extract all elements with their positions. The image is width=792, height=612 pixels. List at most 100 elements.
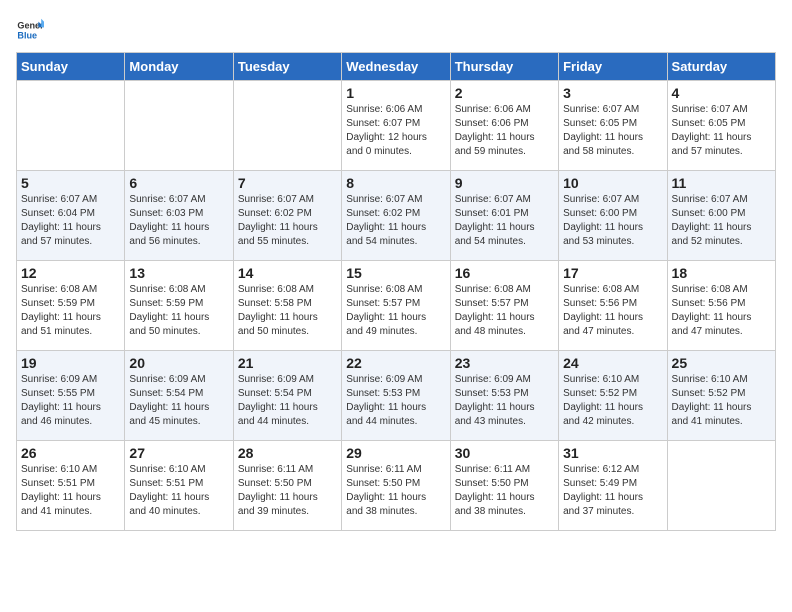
day-info: Sunrise: 6:11 AM Sunset: 5:50 PM Dayligh… [238,463,337,519]
day-info: Sunrise: 6:10 AM Sunset: 5:51 PM Dayligh… [21,463,120,519]
day-info: Sunrise: 6:07 AM Sunset: 6:05 PM Dayligh… [672,103,771,159]
day-number: 23 [455,355,554,371]
day-number: 16 [455,265,554,281]
day-info: Sunrise: 6:07 AM Sunset: 6:03 PM Dayligh… [129,193,228,249]
day-info: Sunrise: 6:07 AM Sunset: 6:00 PM Dayligh… [672,193,771,249]
day-number: 30 [455,445,554,461]
day-info: Sunrise: 6:07 AM Sunset: 6:02 PM Dayligh… [346,193,445,249]
calendar-cell: 26 Sunrise: 6:10 AM Sunset: 5:51 PM Dayli… [17,441,125,531]
day-info: Sunrise: 6:09 AM Sunset: 5:55 PM Dayligh… [21,373,120,429]
calendar-cell [667,441,775,531]
day-of-week-header: Wednesday [342,53,450,81]
day-number: 1 [346,85,445,101]
calendar-cell: 7 Sunrise: 6:07 AM Sunset: 6:02 PM Daylig… [233,171,341,261]
day-number: 4 [672,85,771,101]
calendar-cell: 4 Sunrise: 6:07 AM Sunset: 6:05 PM Daylig… [667,81,775,171]
day-number: 11 [672,175,771,191]
day-of-week-header: Sunday [17,53,125,81]
day-number: 8 [346,175,445,191]
day-info: Sunrise: 6:12 AM Sunset: 5:49 PM Dayligh… [563,463,662,519]
day-info: Sunrise: 6:06 AM Sunset: 6:07 PM Dayligh… [346,103,445,159]
day-info: Sunrise: 6:09 AM Sunset: 5:54 PM Dayligh… [238,373,337,429]
calendar-cell: 12 Sunrise: 6:08 AM Sunset: 5:59 PM Dayli… [17,261,125,351]
day-info: Sunrise: 6:10 AM Sunset: 5:51 PM Dayligh… [129,463,228,519]
day-info: Sunrise: 6:09 AM Sunset: 5:54 PM Dayligh… [129,373,228,429]
logo-icon: General Blue [16,16,44,44]
day-info: Sunrise: 6:08 AM Sunset: 5:58 PM Dayligh… [238,283,337,339]
day-number: 2 [455,85,554,101]
day-info: Sunrise: 6:11 AM Sunset: 5:50 PM Dayligh… [455,463,554,519]
calendar-cell: 21 Sunrise: 6:09 AM Sunset: 5:54 PM Dayli… [233,351,341,441]
day-number: 28 [238,445,337,461]
calendar-week-row: 26 Sunrise: 6:10 AM Sunset: 5:51 PM Dayli… [17,441,776,531]
day-info: Sunrise: 6:07 AM Sunset: 6:04 PM Dayligh… [21,193,120,249]
day-info: Sunrise: 6:07 AM Sunset: 6:00 PM Dayligh… [563,193,662,249]
calendar-cell: 2 Sunrise: 6:06 AM Sunset: 6:06 PM Daylig… [450,81,558,171]
day-number: 5 [21,175,120,191]
calendar-cell: 24 Sunrise: 6:10 AM Sunset: 5:52 PM Dayli… [559,351,667,441]
calendar-cell: 22Sunrise: 6:09 AM Sunset: 5:53 PM Dayli… [342,351,450,441]
day-info: Sunrise: 6:09 AM Sunset: 5:53 PM Dayligh… [455,373,554,429]
calendar-cell: 15Sunrise: 6:08 AM Sunset: 5:57 PM Dayli… [342,261,450,351]
day-info: Sunrise: 6:08 AM Sunset: 5:59 PM Dayligh… [129,283,228,339]
day-info: Sunrise: 6:07 AM Sunset: 6:02 PM Dayligh… [238,193,337,249]
day-info: Sunrise: 6:07 AM Sunset: 6:05 PM Dayligh… [563,103,662,159]
day-number: 18 [672,265,771,281]
calendar-cell: 29Sunrise: 6:11 AM Sunset: 5:50 PM Dayli… [342,441,450,531]
day-info: Sunrise: 6:08 AM Sunset: 5:56 PM Dayligh… [672,283,771,339]
day-info: Sunrise: 6:10 AM Sunset: 5:52 PM Dayligh… [563,373,662,429]
day-number: 24 [563,355,662,371]
day-number: 20 [129,355,228,371]
day-number: 7 [238,175,337,191]
calendar-cell: 18 Sunrise: 6:08 AM Sunset: 5:56 PM Dayli… [667,261,775,351]
day-number: 21 [238,355,337,371]
calendar-header-row: SundayMondayTuesdayWednesdayThursdayFrid… [17,53,776,81]
svg-text:Blue: Blue [17,30,37,40]
calendar-cell: 27 Sunrise: 6:10 AM Sunset: 5:51 PM Dayli… [125,441,233,531]
day-number: 25 [672,355,771,371]
calendar-cell: 30 Sunrise: 6:11 AM Sunset: 5:50 PM Dayli… [450,441,558,531]
calendar-week-row: 12 Sunrise: 6:08 AM Sunset: 5:59 PM Dayli… [17,261,776,351]
calendar-cell: 6Sunrise: 6:07 AM Sunset: 6:03 PM Daylig… [125,171,233,261]
day-info: Sunrise: 6:08 AM Sunset: 5:56 PM Dayligh… [563,283,662,339]
day-number: 22 [346,355,445,371]
calendar-cell: 31 Sunrise: 6:12 AM Sunset: 5:49 PM Dayli… [559,441,667,531]
day-number: 15 [346,265,445,281]
day-number: 27 [129,445,228,461]
day-info: Sunrise: 6:08 AM Sunset: 5:59 PM Dayligh… [21,283,120,339]
calendar-cell [125,81,233,171]
day-info: Sunrise: 6:08 AM Sunset: 5:57 PM Dayligh… [455,283,554,339]
calendar-cell: 16 Sunrise: 6:08 AM Sunset: 5:57 PM Dayli… [450,261,558,351]
calendar-cell: 9 Sunrise: 6:07 AM Sunset: 6:01 PM Daylig… [450,171,558,261]
calendar-cell: 13 Sunrise: 6:08 AM Sunset: 5:59 PM Dayli… [125,261,233,351]
logo: General Blue [16,16,44,44]
day-number: 9 [455,175,554,191]
calendar-week-row: 5 Sunrise: 6:07 AM Sunset: 6:04 PM Daylig… [17,171,776,261]
calendar-week-row: 1 Sunrise: 6:06 AM Sunset: 6:07 PM Daylig… [17,81,776,171]
calendar-cell: 8 Sunrise: 6:07 AM Sunset: 6:02 PM Daylig… [342,171,450,261]
day-number: 17 [563,265,662,281]
calendar-week-row: 19 Sunrise: 6:09 AM Sunset: 5:55 PM Dayli… [17,351,776,441]
day-number: 26 [21,445,120,461]
calendar-cell: 10Sunrise: 6:07 AM Sunset: 6:00 PM Dayli… [559,171,667,261]
calendar-cell: 3 Sunrise: 6:07 AM Sunset: 6:05 PM Daylig… [559,81,667,171]
day-info: Sunrise: 6:10 AM Sunset: 5:52 PM Dayligh… [672,373,771,429]
day-number: 19 [21,355,120,371]
calendar-cell: 20 Sunrise: 6:09 AM Sunset: 5:54 PM Dayli… [125,351,233,441]
calendar-cell: 28 Sunrise: 6:11 AM Sunset: 5:50 PM Dayli… [233,441,341,531]
calendar-cell: 23 Sunrise: 6:09 AM Sunset: 5:53 PM Dayli… [450,351,558,441]
day-info: Sunrise: 6:06 AM Sunset: 6:06 PM Dayligh… [455,103,554,159]
day-number: 13 [129,265,228,281]
calendar-cell: 1 Sunrise: 6:06 AM Sunset: 6:07 PM Daylig… [342,81,450,171]
calendar-cell: 17 Sunrise: 6:08 AM Sunset: 5:56 PM Dayli… [559,261,667,351]
page-header: General Blue [16,16,776,44]
day-number: 29 [346,445,445,461]
day-number: 12 [21,265,120,281]
day-number: 3 [563,85,662,101]
calendar-cell: 5 Sunrise: 6:07 AM Sunset: 6:04 PM Daylig… [17,171,125,261]
calendar-cell: 19 Sunrise: 6:09 AM Sunset: 5:55 PM Dayli… [17,351,125,441]
calendar-cell: 25 Sunrise: 6:10 AM Sunset: 5:52 PM Dayli… [667,351,775,441]
calendar-cell [233,81,341,171]
day-number: 31 [563,445,662,461]
day-info: Sunrise: 6:07 AM Sunset: 6:01 PM Dayligh… [455,193,554,249]
